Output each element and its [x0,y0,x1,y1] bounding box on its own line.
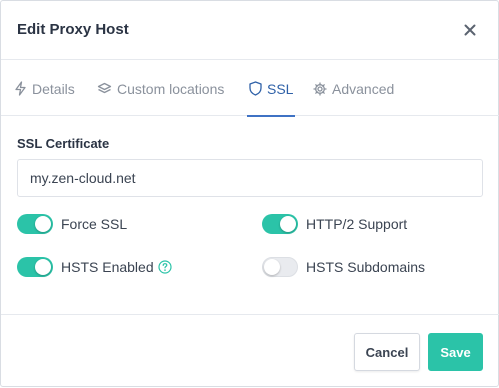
tab-advanced-label: Advanced [332,80,395,97]
hsts-enabled-label: HSTS Enabled [61,259,154,275]
tab-custom-locations[interactable]: Custom locations [97,61,224,116]
shield-icon [249,81,262,96]
help-icon[interactable] [158,260,172,274]
modal-footer: Cancel Save [1,314,499,388]
ssl-settings-panel: SSL Certificate my.zen-cloud.net Force S… [1,117,499,314]
layers-icon [97,82,112,93]
hsts-enabled-toggle[interactable]: HSTS Enabled [17,257,172,277]
tab-ssl-label: SSL [267,80,294,97]
tab-details-label: Details [32,80,75,97]
gear-icon [313,81,327,96]
force-ssl-toggle[interactable]: Force SSL [17,214,127,234]
cancel-button[interactable]: Cancel [354,333,420,371]
save-button[interactable]: Save [428,333,483,371]
modal-title: Edit Proxy Host [17,21,129,38]
http2-support-label: HTTP/2 Support [306,216,408,232]
tab-advanced[interactable]: Advanced [313,61,394,116]
tab-details[interactable]: Details [14,61,75,116]
hsts-enabled-switch[interactable] [17,257,53,277]
hsts-subdomains-toggle[interactable]: HSTS Subdomains [262,257,425,277]
force-ssl-label: Force SSL [61,216,128,232]
ssl-certificate-label: SSL Certificate [17,136,110,151]
close-icon [464,24,476,36]
tab-custom-locations-label: Custom locations [117,80,225,97]
hsts-subdomains-label: HSTS Subdomains [306,259,426,275]
tab-bar: Details Custom locations SSL Advanced [1,61,499,117]
ssl-certificate-select[interactable]: my.zen-cloud.net [17,159,483,197]
modal-header: Edit Proxy Host [1,1,499,60]
edit-proxy-host-modal: Edit Proxy Host Details Custom locations [0,0,499,387]
bolt-icon [15,81,26,96]
tab-ssl[interactable]: SSL [246,61,296,117]
hsts-subdomains-switch[interactable] [262,257,298,277]
http2-support-toggle[interactable]: HTTP/2 Support [262,214,407,234]
http2-support-switch[interactable] [262,214,298,234]
close-button[interactable] [459,19,481,41]
force-ssl-switch[interactable] [17,214,53,234]
